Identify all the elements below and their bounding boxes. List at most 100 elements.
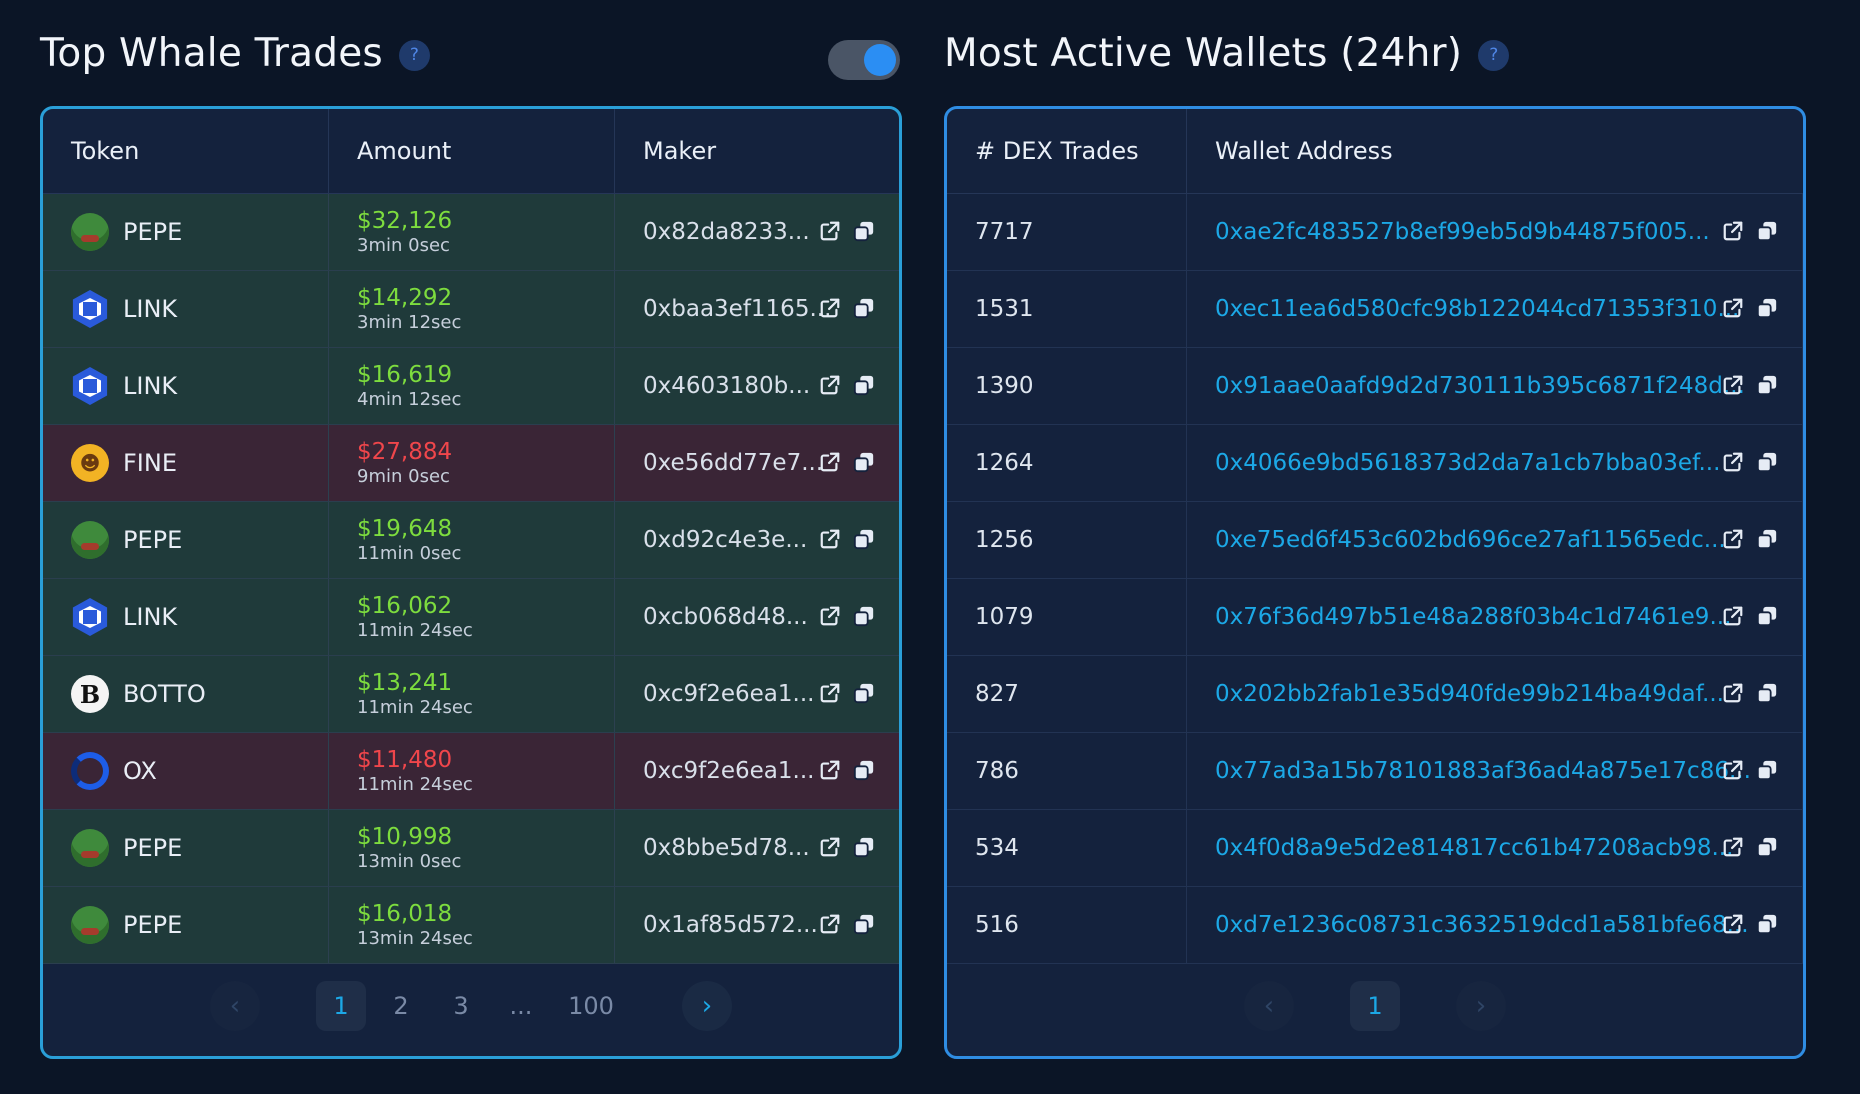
table-row[interactable]: OX $11,480 11min 24sec 0xc9f2e6ea1... (43, 733, 899, 810)
external-link-icon[interactable] (819, 220, 841, 242)
column-header-wallet-address[interactable]: Wallet Address (1187, 109, 1803, 193)
maker-address[interactable]: 0x82da8233... (643, 219, 810, 245)
maker-address[interactable]: 0x4603180b... (643, 373, 810, 399)
external-link-icon[interactable] (819, 913, 841, 935)
external-link-icon[interactable] (1722, 836, 1744, 858)
table-row[interactable]: PEPE $10,998 13min 0sec 0x8bbe5d78... (43, 810, 899, 887)
external-link-icon[interactable] (819, 836, 841, 858)
maker-address[interactable]: 0x1af85d572... (643, 912, 818, 938)
row-actions (819, 374, 875, 396)
table-row[interactable]: 516 0xd7e1236c08731c3632519dcd1a581bfe68.… (947, 887, 1803, 964)
table-row[interactable]: 1390 0x91aae0aafd9d2d730111b395c6871f248d… (947, 348, 1803, 425)
external-link-icon[interactable] (1722, 451, 1744, 473)
wallet-address-link[interactable]: 0xe75ed6f453c602bd696ce27af11565edc... (1215, 527, 1726, 553)
help-icon[interactable]: ? (1478, 39, 1510, 71)
table-row[interactable]: LINK $16,619 4min 12sec 0x4603180b... (43, 348, 899, 425)
live-toggle[interactable] (828, 40, 900, 80)
copy-icon[interactable] (1756, 682, 1778, 704)
external-link-icon[interactable] (1722, 682, 1744, 704)
column-header-maker[interactable]: Maker (615, 109, 899, 193)
wallet-address-link[interactable]: 0xd7e1236c08731c3632519dcd1a581bfe68... (1215, 912, 1749, 938)
wallet-address-link[interactable]: 0x4066e9bd5618373d2da7a1cb7bba03ef... (1215, 450, 1720, 476)
maker-address[interactable]: 0xd92c4e3e... (643, 527, 807, 553)
wallet-address-link[interactable]: 0x4f0d8a9e5d2e814817cc61b47208acb98... (1215, 835, 1733, 861)
external-link-icon[interactable] (819, 759, 841, 781)
table-row[interactable]: ☻ FINE $27,884 9min 0sec 0xe56dd77e7... (43, 425, 899, 502)
external-link-icon[interactable] (819, 451, 841, 473)
wallet-address-link[interactable]: 0xec11ea6d580cfc98b122044cd71353f310... (1215, 296, 1739, 322)
prev-page-button[interactable]: ‹ (1244, 981, 1294, 1031)
external-link-icon[interactable] (819, 682, 841, 704)
maker-address[interactable]: 0xc9f2e6ea1... (643, 758, 814, 784)
table-row[interactable]: LINK $14,292 3min 12sec 0xbaa3ef1165... (43, 271, 899, 348)
copy-icon[interactable] (853, 682, 875, 704)
external-link-icon[interactable] (1722, 374, 1744, 396)
page-button-3[interactable]: 3 (436, 981, 486, 1031)
copy-icon[interactable] (1756, 374, 1778, 396)
external-link-icon[interactable] (1722, 759, 1744, 781)
copy-icon[interactable] (853, 605, 875, 627)
column-header-token[interactable]: Token (43, 109, 329, 193)
wallet-address-link[interactable]: 0x76f36d497b51e48a288f03b4c1d7461e9... (1215, 604, 1731, 630)
external-link-icon[interactable] (819, 605, 841, 627)
page-button-1[interactable]: 1 (316, 981, 366, 1031)
page-button-2[interactable]: 2 (376, 981, 426, 1031)
external-link-icon[interactable] (819, 297, 841, 319)
table-row[interactable]: 7717 0xae2fc483527b8ef99eb5d9b44875f005..… (947, 194, 1803, 271)
external-link-icon[interactable] (1722, 913, 1744, 935)
page-button-100[interactable]: 100 (556, 981, 626, 1031)
token-cell: OX (43, 733, 329, 809)
wallet-address-link[interactable]: 0x202bb2fab1e35d940fde99b214ba49daf... (1215, 681, 1724, 707)
copy-icon[interactable] (1756, 528, 1778, 550)
external-link-icon[interactable] (1722, 297, 1744, 319)
external-link-icon[interactable] (819, 374, 841, 396)
external-link-icon[interactable] (1722, 220, 1744, 242)
copy-icon[interactable] (853, 374, 875, 396)
help-icon[interactable]: ? (398, 39, 430, 71)
copy-icon[interactable] (1756, 451, 1778, 473)
table-row[interactable]: 1079 0x76f36d497b51e48a288f03b4c1d7461e9.… (947, 579, 1803, 656)
table-row[interactable]: LINK $16,062 11min 24sec 0xcb068d48... (43, 579, 899, 656)
table-row[interactable]: PEPE $32,126 3min 0sec 0x82da8233... (43, 194, 899, 271)
table-row[interactable]: 827 0x202bb2fab1e35d940fde99b214ba49daf..… (947, 656, 1803, 733)
copy-icon[interactable] (853, 451, 875, 473)
table-row[interactable]: B BOTTO $13,241 11min 24sec 0xc9f2e6ea1... (43, 656, 899, 733)
copy-icon[interactable] (853, 836, 875, 858)
maker-address[interactable]: 0xe56dd77e7... (643, 450, 823, 476)
column-header-amount[interactable]: Amount (329, 109, 615, 193)
table-row[interactable]: PEPE $16,018 13min 24sec 0x1af85d572... (43, 887, 899, 964)
table-row[interactable]: 1256 0xe75ed6f453c602bd696ce27af11565edc.… (947, 502, 1803, 579)
copy-icon[interactable] (1756, 297, 1778, 319)
copy-icon[interactable] (1756, 605, 1778, 627)
wallet-address-link[interactable]: 0x77ad3a15b78101883af36ad4a875e17c86... (1215, 758, 1751, 784)
maker-cell: 0xc9f2e6ea1... (615, 656, 899, 732)
table-row[interactable]: 1531 0xec11ea6d580cfc98b122044cd71353f310… (947, 271, 1803, 348)
table-row[interactable]: PEPE $19,648 11min 0sec 0xd92c4e3e... (43, 502, 899, 579)
maker-address[interactable]: 0xc9f2e6ea1... (643, 681, 814, 707)
external-link-icon[interactable] (819, 528, 841, 550)
next-page-button[interactable]: › (682, 981, 732, 1031)
external-link-icon[interactable] (1722, 605, 1744, 627)
copy-icon[interactable] (853, 220, 875, 242)
copy-icon[interactable] (1756, 759, 1778, 781)
next-page-button[interactable]: › (1456, 981, 1506, 1031)
copy-icon[interactable] (1756, 913, 1778, 935)
page-button-1[interactable]: 1 (1350, 981, 1400, 1031)
copy-icon[interactable] (1756, 836, 1778, 858)
column-header-dex-trades[interactable]: # DEX Trades (947, 109, 1187, 193)
wallet-address-link[interactable]: 0x91aae0aafd9d2d730111b395c6871f248d... (1215, 373, 1745, 399)
copy-icon[interactable] (853, 913, 875, 935)
copy-icon[interactable] (1756, 220, 1778, 242)
copy-icon[interactable] (853, 528, 875, 550)
maker-address[interactable]: 0x8bbe5d78... (643, 835, 810, 861)
maker-address[interactable]: 0xbaa3ef1165... (643, 296, 831, 322)
maker-address[interactable]: 0xcb068d48... (643, 604, 808, 630)
table-row[interactable]: 786 0x77ad3a15b78101883af36ad4a875e17c86.… (947, 733, 1803, 810)
copy-icon[interactable] (853, 759, 875, 781)
copy-icon[interactable] (853, 297, 875, 319)
table-row[interactable]: 534 0x4f0d8a9e5d2e814817cc61b47208acb98..… (947, 810, 1803, 887)
prev-page-button[interactable]: ‹ (210, 981, 260, 1031)
wallet-address-link[interactable]: 0xae2fc483527b8ef99eb5d9b44875f005... (1215, 219, 1710, 245)
table-row[interactable]: 1264 0x4066e9bd5618373d2da7a1cb7bba03ef..… (947, 425, 1803, 502)
external-link-icon[interactable] (1722, 528, 1744, 550)
